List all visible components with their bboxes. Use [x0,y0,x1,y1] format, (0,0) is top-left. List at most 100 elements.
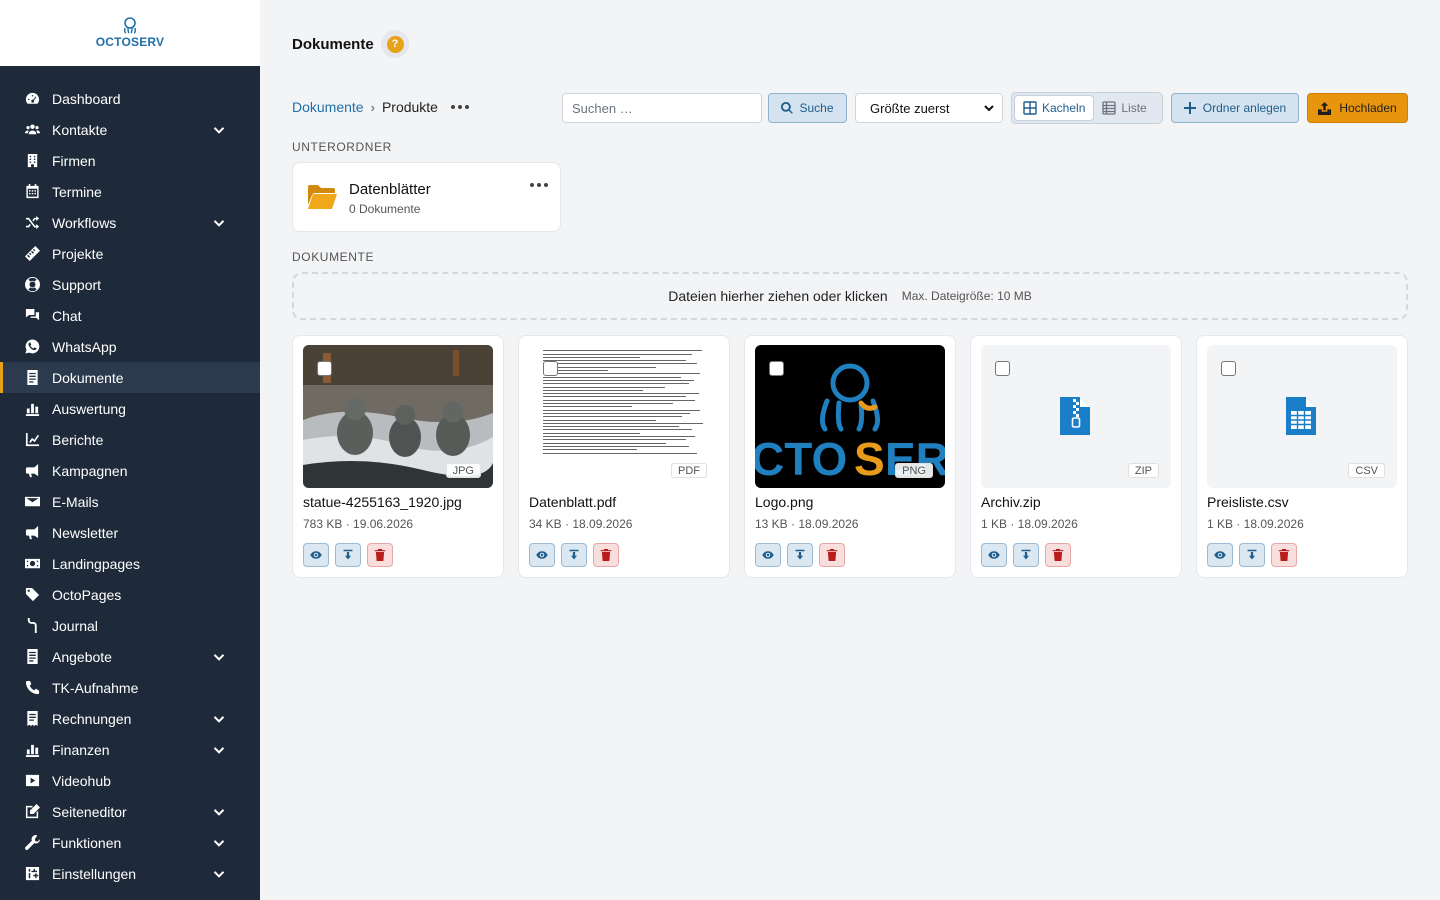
sidebar-item-dokumente[interactable]: Dokumente [0,362,260,393]
new-folder-button[interactable]: Ordner anlegen [1171,93,1299,123]
sidebar-item-berichte[interactable]: Berichte [0,424,260,455]
chevron-down-icon[interactable] [212,216,226,230]
sidebar-item-funktionen[interactable]: Funktionen [0,827,260,858]
preview-button[interactable] [1207,543,1233,567]
select-checkbox[interactable] [1221,361,1236,376]
document-card[interactable]: CSV Preisliste.csv 1 KB · 18.09.2026 [1196,335,1408,578]
file-type-badge: CSV [1348,463,1385,478]
breadcrumb-root-link[interactable]: Dokumente [292,99,364,115]
document-thumbnail[interactable]: ZIP [981,345,1171,488]
sidebar-item-dashboard[interactable]: Dashboard [0,83,260,114]
select-checkbox[interactable] [543,361,558,376]
sidebar-item-whatsapp[interactable]: WhatsApp [0,331,260,362]
sidebar-item-support[interactable]: Support [0,269,260,300]
sidebar-item-chat[interactable]: Chat [0,300,260,331]
sidebar-item-label: Journal [52,617,98,634]
subfolder-count: 0 Dokumente [349,202,421,216]
document-card[interactable]: PDF Datenblatt.pdf 34 KB · 18.09.2026 [518,335,730,578]
select-checkbox[interactable] [769,361,784,376]
document-thumbnail[interactable]: CTO S ER PNG [755,345,945,488]
chevron-down-icon[interactable] [212,123,226,137]
sidebar-item-workflows[interactable]: Workflows [0,207,260,238]
sidebar-item-seiteneditor[interactable]: Seiteneditor [0,796,260,827]
breadcrumb-current: Produkte [381,99,438,115]
delete-button[interactable] [1271,543,1297,567]
upload-dropzone[interactable]: Dateien hierher ziehen oder klicken Max.… [292,272,1408,320]
sidebar-item-rechnungen[interactable]: Rechnungen [0,703,260,734]
sidebar-item-firmen[interactable]: Firmen [0,145,260,176]
sidebar-item-kontakte[interactable]: Kontakte [0,114,260,145]
sidebar-item-journal[interactable]: Journal [0,610,260,641]
select-checkbox[interactable] [995,361,1010,376]
chevron-down-icon[interactable] [212,805,226,819]
document-card[interactable]: ZIP Archiv.zip 1 KB · 18.09.2026 [970,335,1182,578]
search-button-label: Suche [799,101,834,115]
sidebar-item-label: Dashboard [52,90,121,107]
page-title: Dokumente [292,36,374,53]
chevron-down-icon[interactable] [212,650,226,664]
chevron-down-icon[interactable] [212,867,226,881]
sidebar-item-label: Landingpages [52,555,140,572]
view-list-label: Liste [1121,101,1147,115]
brand-logo[interactable]: OCTOSERV [0,0,260,66]
document-name[interactable]: statue-4255163_1920.jpg [303,494,462,510]
download-icon [1247,549,1257,560]
document-name[interactable]: Datenblatt.pdf [529,494,616,510]
sidebar-item-octopages[interactable]: OctoPages [0,579,260,610]
document-name[interactable]: Preisliste.csv [1207,494,1289,510]
sort-select[interactable]: Größte zuerst [855,93,1003,123]
download-button[interactable] [561,543,587,567]
sidebar-item-einstellungen[interactable]: Einstellungen [0,858,260,889]
sidebar-item-finanzen[interactable]: Finanzen [0,734,260,765]
document-card[interactable]: CTO S ER PNG Logo.png 13 KB · 18.09.2026 [744,335,956,578]
preview-button[interactable] [303,543,329,567]
select-checkbox[interactable] [317,361,332,376]
svg-text:S: S [854,433,885,485]
document-name[interactable]: Logo.png [755,494,813,510]
delete-button[interactable] [593,543,619,567]
sidebar-item-auswertung[interactable]: Auswertung [0,393,260,424]
sidebar-item-projekte[interactable]: Projekte [0,238,260,269]
download-button[interactable] [787,543,813,567]
document-thumbnail[interactable]: PDF [529,345,719,488]
document-card[interactable]: JPG statue-4255163_1920.jpg 783 KB · 19.06… [292,335,504,578]
download-button[interactable] [335,543,361,567]
folder-options-icon[interactable] [450,105,469,109]
subfolder-card[interactable]: Datenblätter 0 Dokumente [292,162,561,232]
download-button[interactable] [1239,543,1265,567]
sidebar-item-videohub[interactable]: Videohub [0,765,260,796]
preview-button[interactable] [981,543,1007,567]
edit-icon [24,804,40,820]
brand-name: OCTOSERV [95,35,165,49]
chevron-down-icon[interactable] [212,712,226,726]
delete-button[interactable] [1045,543,1071,567]
sidebar-item-tk-aufnahme[interactable]: TK-Aufnahme [0,672,260,703]
subfolder-options-icon[interactable] [530,183,548,187]
view-list-button[interactable]: Liste [1094,95,1154,121]
new-folder-label: Ordner anlegen [1202,101,1287,115]
download-button[interactable] [1013,543,1039,567]
sidebar-item-landingpages[interactable]: Landingpages [0,548,260,579]
chevron-down-icon[interactable] [212,836,226,850]
sidebar-item-kampagnen[interactable]: Kampagnen [0,455,260,486]
search-input[interactable] [562,93,762,123]
dashboard-icon [24,91,40,107]
sidebar-item-angebote[interactable]: Angebote [0,641,260,672]
delete-button[interactable] [367,543,393,567]
megaphone-icon [24,525,40,541]
view-tiles-button[interactable]: Kacheln [1014,95,1095,121]
delete-button[interactable] [819,543,845,567]
preview-button[interactable] [755,543,781,567]
preview-button[interactable] [529,543,555,567]
sidebar-item-termine[interactable]: Termine [0,176,260,207]
upload-button[interactable]: Hochladen [1307,93,1408,123]
breadcrumb: Dokumente › Produkte [292,99,469,115]
sidebar-item-e-mails[interactable]: E-Mails [0,486,260,517]
document-name[interactable]: Archiv.zip [981,494,1041,510]
help-button[interactable]: ? [381,30,409,58]
sidebar-item-newsletter[interactable]: Newsletter [0,517,260,548]
search-button[interactable]: Suche [768,93,847,123]
document-thumbnail[interactable]: CSV [1207,345,1397,488]
chevron-down-icon[interactable] [212,743,226,757]
document-thumbnail[interactable]: JPG [303,345,493,488]
